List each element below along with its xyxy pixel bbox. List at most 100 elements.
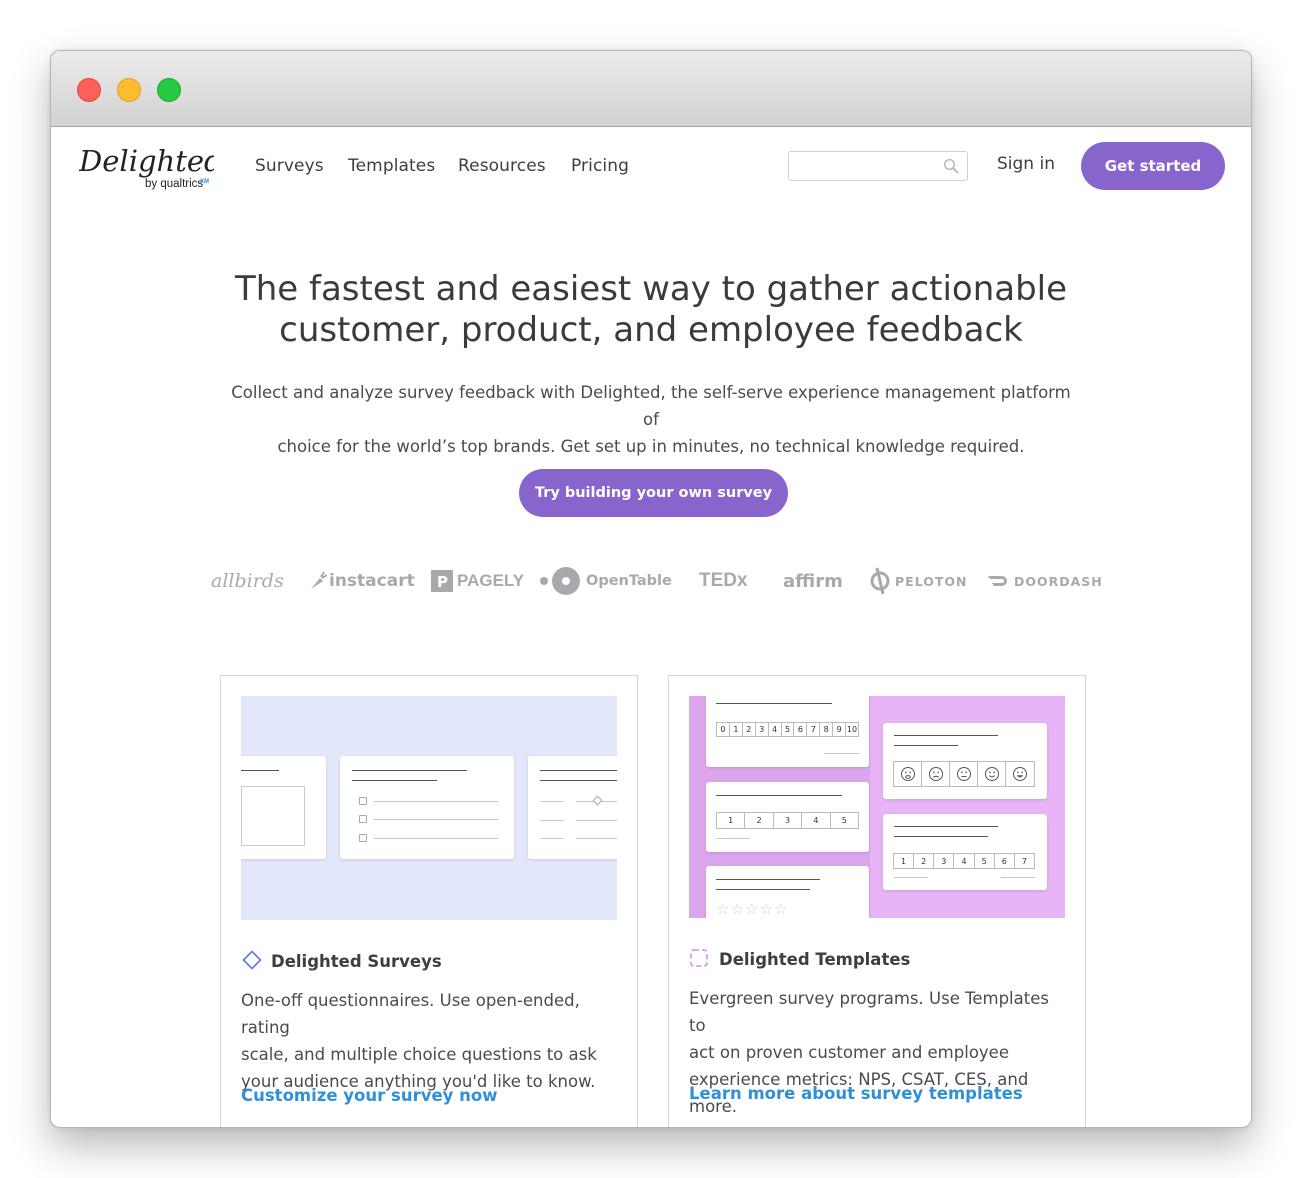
top-nav: Delighted by qualtrics XM Surveys Templa… — [51, 127, 1251, 207]
get-started-button[interactable]: Get started — [1081, 142, 1225, 190]
surveys-card-title: Delighted Surveys — [271, 952, 442, 971]
close-window-button[interactable] — [77, 78, 101, 102]
templates-card-title: Delighted Templates — [719, 950, 911, 969]
opentable-mark-icon — [540, 567, 580, 595]
surveys-desc-line-1: One-off questionnaires. Use open-ended, … — [241, 991, 580, 1037]
instacart-logo: instacart — [309, 563, 415, 599]
scale-option: 4 — [769, 723, 782, 736]
doordash-text: DOORDASH — [1014, 573, 1103, 589]
diamond-icon — [242, 950, 262, 970]
surveys-desc-line-2: scale, and multiple choice questions to … — [241, 1045, 597, 1064]
affirm-text: affirm — [783, 570, 843, 592]
mock-card-open-ended — [241, 756, 326, 859]
smiley-scale — [893, 761, 1035, 787]
website: Delighted by qualtrics XM Surveys Templa… — [51, 127, 1251, 1127]
sad-face-icon — [928, 767, 943, 781]
peloton-logo: PELOTON — [869, 563, 967, 599]
mock-card-seven-point: 1234567 — [883, 814, 1047, 890]
scale-option: 2 — [745, 813, 774, 828]
delighted-logo[interactable]: Delighted by qualtrics XM — [79, 141, 214, 193]
pagely-mark-icon: P — [431, 570, 453, 592]
surveys-card-desc: One-off questionnaires. Use open-ended, … — [241, 987, 621, 1095]
hero-subtitle-line-1: Collect and analyze survey feedback with… — [231, 383, 1071, 429]
seven-point-scale: 1234567 — [893, 853, 1035, 869]
nav-resources[interactable]: Resources — [458, 156, 546, 176]
scale-option: 3 — [774, 813, 803, 828]
search-input[interactable] — [788, 151, 968, 181]
hero-subtitle-line-2: choice for the world’s top brands. Get s… — [277, 437, 1025, 456]
scale-option: 10 — [846, 725, 858, 734]
allbirds-logo: allbirds — [211, 570, 284, 592]
hero-title-line-2: customer, product, and employee feedback — [279, 310, 1023, 350]
templates-desc-line-1: Evergreen survey programs. Use Templates… — [689, 989, 1049, 1035]
scale-option: 2 — [743, 723, 756, 736]
doordash-mark-icon — [988, 576, 1007, 586]
pagely-text: PAGELY — [457, 571, 525, 590]
peloton-mark-icon — [870, 567, 890, 595]
mock-card-multiple-choice — [340, 756, 514, 859]
hero-subtitle: Collect and analyze survey feedback with… — [231, 379, 1071, 460]
instacart-text: instacart — [329, 571, 415, 591]
logo-xm: XM — [200, 179, 209, 185]
peloton-text: PELOTON — [895, 573, 968, 589]
sign-in-link[interactable]: Sign in — [997, 154, 1055, 174]
tedx-logo: TEDx — [699, 570, 748, 591]
dashed-square-icon — [690, 949, 708, 967]
carrot-icon — [311, 571, 327, 589]
scale-option: 2 — [914, 854, 935, 868]
logo-wordmark: Delighted — [79, 144, 214, 178]
scale-option: 4 — [802, 813, 831, 828]
search-icon[interactable] — [943, 158, 959, 174]
doordash-logo: DOORDASH — [987, 563, 1103, 599]
very-happy-face-icon — [1013, 767, 1027, 781]
minimize-window-button[interactable] — [117, 78, 141, 102]
nav-pricing[interactable]: Pricing — [571, 156, 629, 176]
scale-option: 7 — [807, 723, 821, 736]
mock-card-nps: 0 1 2 3 4 5 6 7 8 9 10 — [706, 696, 869, 767]
logo-sub: by qualtrics — [145, 178, 203, 190]
scale-option: 5 — [975, 854, 995, 868]
scale-option: 3 — [934, 854, 955, 868]
scale-option: 5 — [841, 816, 847, 825]
scale-option: 1 — [894, 854, 915, 868]
nav-templates[interactable]: Templates — [348, 156, 435, 176]
templates-illustration: 0 1 2 3 4 5 6 7 8 9 10 12345 ☆☆☆☆☆ 1 2 3… — [689, 696, 1065, 918]
learn-templates-link[interactable]: Learn more about survey templates — [689, 1084, 1023, 1103]
templates-card: 0 1 2 3 4 5 6 7 8 9 10 12345 ☆☆☆☆☆ 1 2 3… — [668, 675, 1086, 1127]
very-sad-face-icon — [900, 767, 915, 781]
five-point-scale: 1234 5 — [716, 812, 859, 829]
surveys-illustration — [241, 696, 617, 920]
scale-option: 1 — [730, 723, 743, 736]
scale-option: 6 — [995, 854, 1015, 868]
nps-scale: 0 1 2 3 4 5 6 7 8 9 10 — [716, 722, 859, 737]
opentable-text: OpenTable — [586, 573, 672, 589]
mock-card-smileys — [883, 723, 1047, 799]
happy-face-icon — [984, 767, 999, 781]
nav-surveys[interactable]: Surveys — [255, 156, 324, 176]
affirm-logo: affirm — [783, 563, 843, 599]
mock-card-stars: ☆☆☆☆☆ — [706, 866, 869, 918]
surveys-card: Delighted Surveys One-off questionnaires… — [220, 675, 638, 1127]
scale-option: 4 — [954, 854, 975, 868]
neutral-face-icon — [956, 767, 971, 781]
browser-window: Delighted by qualtrics XM Surveys Templa… — [50, 50, 1252, 1128]
templates-desc-line-2: act on proven customer and employee — [689, 1043, 1009, 1062]
try-survey-button[interactable]: Try building your own survey — [519, 469, 788, 517]
hero-title-line-1: The fastest and easiest way to gather ac… — [234, 269, 1068, 309]
svg-text:P: P — [437, 573, 448, 591]
customize-survey-link[interactable]: Customize your survey now — [241, 1086, 497, 1105]
scale-option: 1 — [717, 813, 746, 828]
scale-option: 8 — [820, 723, 834, 736]
scale-option: 9 — [833, 723, 847, 736]
maximize-window-button[interactable] — [157, 78, 181, 102]
mock-card-slider — [528, 756, 617, 859]
scale-option: 5 — [782, 723, 795, 736]
mock-card-five-point: 1234 5 — [706, 782, 869, 852]
scale-option: 0 — [717, 723, 730, 736]
brand-logos: allbirds instacart P PAGELY OpenTable TE… — [51, 563, 1251, 599]
scale-option: 7 — [1021, 856, 1027, 866]
star-rating: ☆☆☆☆☆ — [716, 901, 789, 918]
opentable-logo: OpenTable — [540, 563, 672, 599]
hero-title: The fastest and easiest way to gather ac… — [51, 269, 1251, 351]
pagely-logo: P PAGELY — [431, 563, 524, 599]
